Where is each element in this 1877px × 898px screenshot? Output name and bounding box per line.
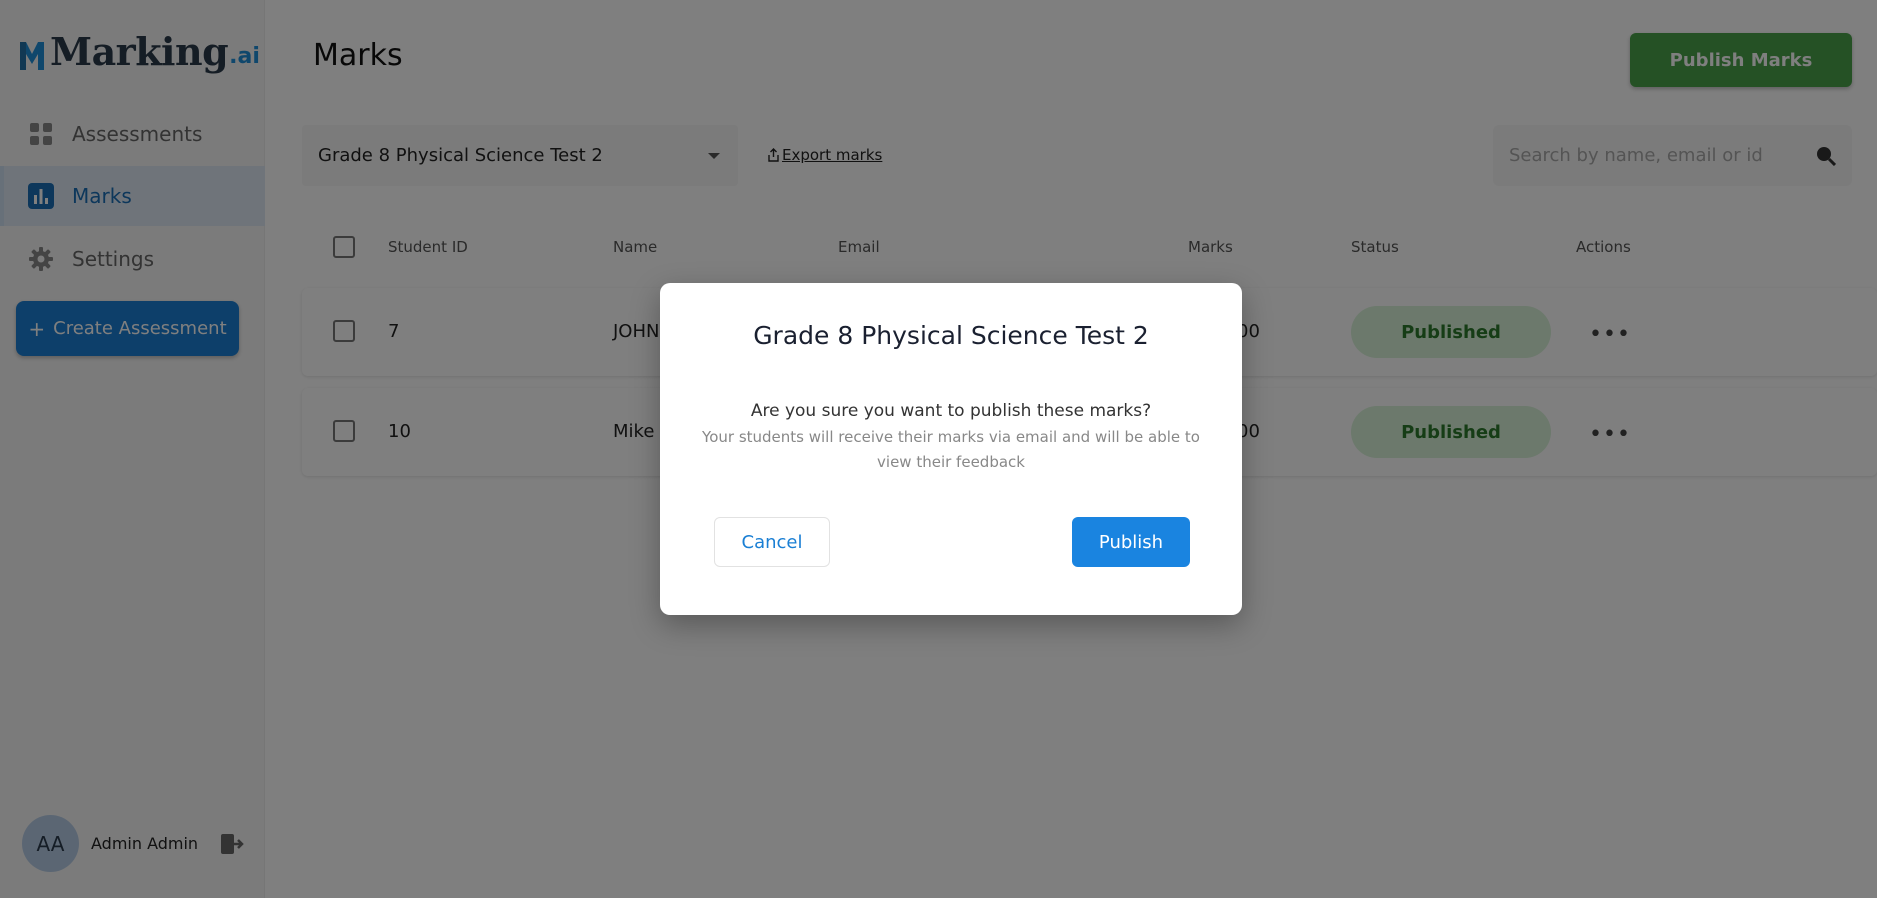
dialog-title: Grade 8 Physical Science Test 2 [753, 321, 1149, 350]
dialog-subtext: Your students will receive their marks v… [702, 428, 1200, 471]
cancel-button[interactable]: Cancel [714, 517, 830, 567]
publish-confirm-dialog: Grade 8 Physical Science Test 2 Are you … [660, 283, 1242, 615]
dialog-question: Are you sure you want to publish these m… [750, 401, 1152, 421]
publish-button[interactable]: Publish [1072, 517, 1190, 567]
